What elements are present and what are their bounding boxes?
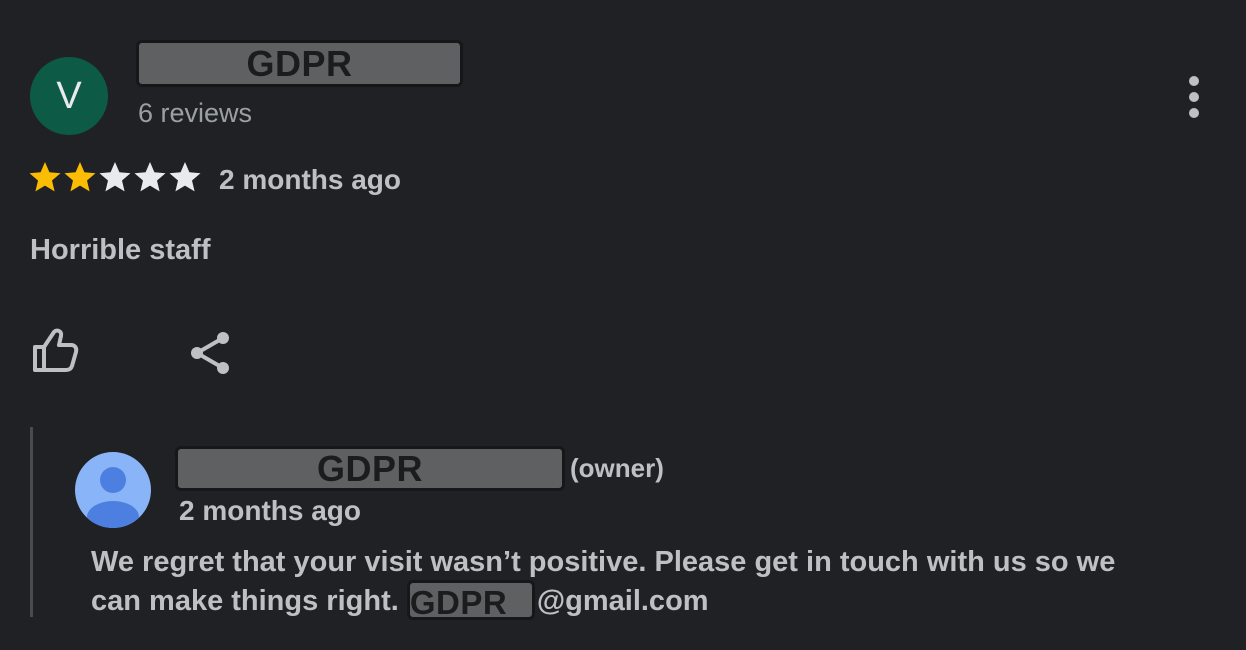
star-empty-icon bbox=[169, 162, 201, 192]
thumbs-up-icon[interactable] bbox=[28, 326, 82, 376]
avatar-letter: V bbox=[56, 74, 82, 117]
star-filled-icon bbox=[64, 162, 96, 192]
more-vertical-icon[interactable] bbox=[1178, 74, 1210, 120]
reply-divider bbox=[30, 427, 33, 617]
share-icon[interactable] bbox=[186, 328, 236, 378]
star-empty-icon bbox=[134, 162, 166, 192]
star-rating bbox=[28, 160, 202, 200]
review-text: Horrible staff bbox=[30, 234, 211, 266]
person-icon[interactable] bbox=[74, 451, 152, 529]
owner-tag: (owner) bbox=[570, 453, 664, 483]
reviewer-avatar[interactable]: V bbox=[30, 57, 108, 135]
email-domain: @gmail.com bbox=[536, 585, 709, 617]
reviewer-name[interactable]: GDPR bbox=[136, 40, 463, 87]
redacted-email-user: GDPR bbox=[406, 580, 535, 621]
review-count: 6 reviews bbox=[138, 98, 253, 128]
star-filled-icon bbox=[29, 162, 61, 192]
reply-text: We regret that your visit wasn’t positiv… bbox=[91, 543, 1171, 621]
review-time: 2 months ago bbox=[219, 164, 402, 195]
owner-name[interactable]: GDPR bbox=[175, 446, 565, 491]
reply-time: 2 months ago bbox=[179, 495, 362, 526]
star-empty-icon bbox=[99, 162, 131, 192]
